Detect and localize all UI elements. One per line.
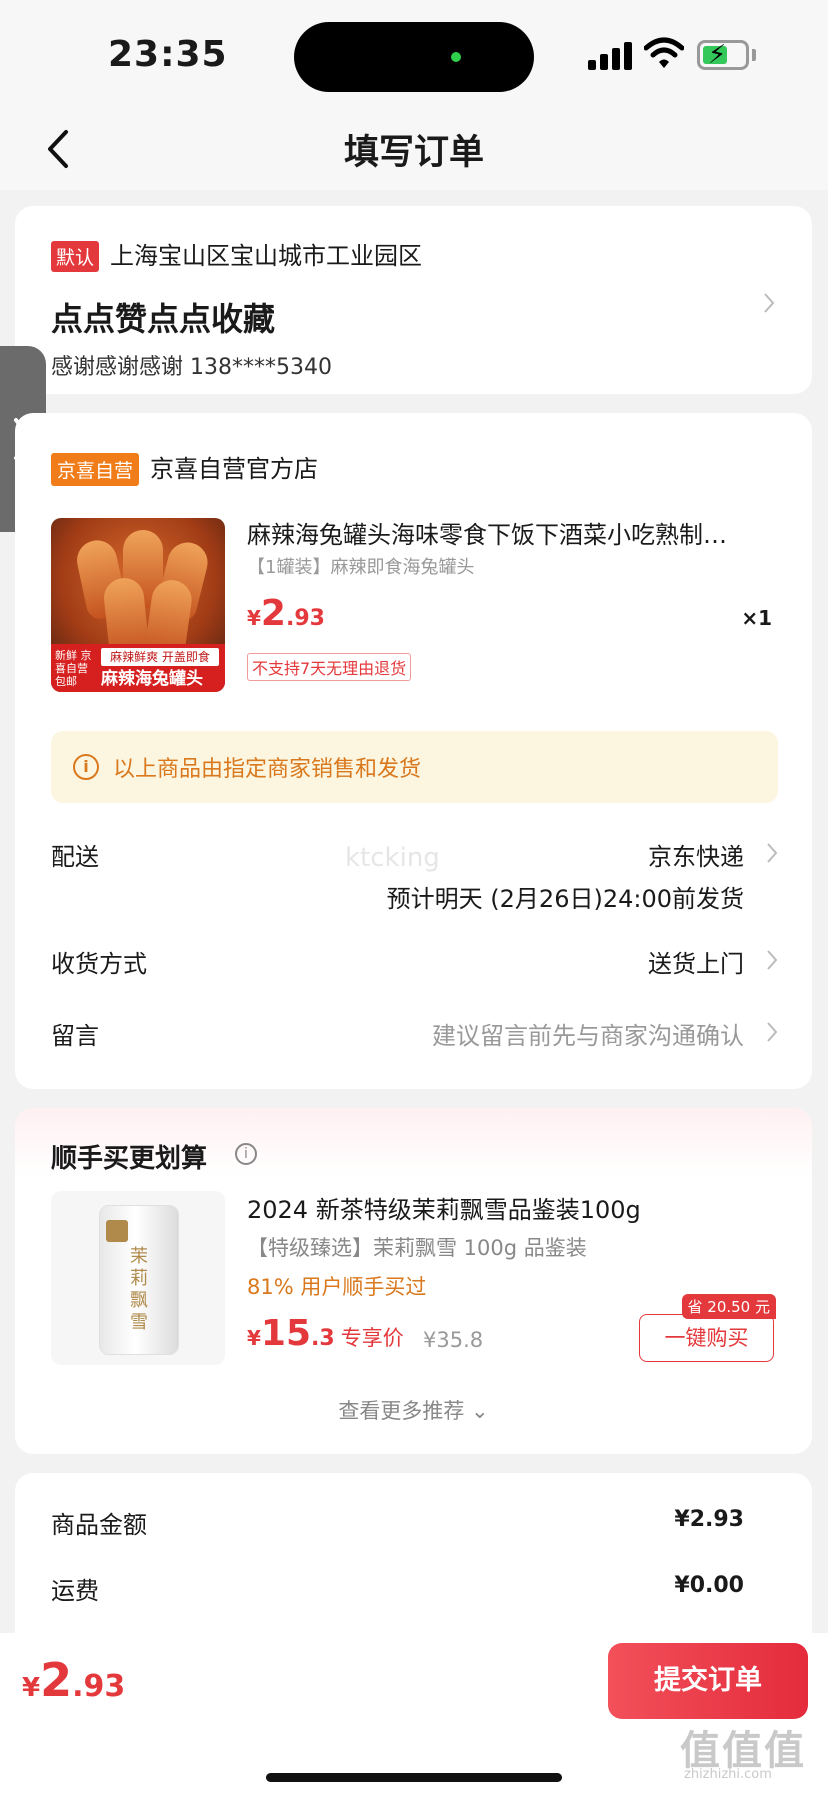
address-card[interactable]: 默认 上海宝山区宝山城市工业园区 点点赞点点收藏 感谢感谢感谢 138****5… (15, 206, 812, 394)
address-name: 点点赞点点收藏 (51, 300, 276, 338)
order-card: 京喜自营 京喜自营官方店 新鲜 京喜自营 包邮 麻辣鲜爽 开盖即食 麻辣海兔罐头… (15, 413, 812, 1089)
product-image-banner: 新鲜 京喜自营 包邮 麻辣鲜爽 开盖即食 麻辣海兔罐头 (51, 644, 225, 692)
cellular-signal-icon (588, 42, 632, 70)
seller-notice: i 以上商品由指定商家销售和发货 (51, 731, 778, 803)
product-image-main-text: 麻辣海兔罐头 (101, 669, 203, 689)
price-integer: 2 (40, 1653, 73, 1707)
product-price: ¥2.93 (247, 593, 325, 634)
submit-order-button[interactable]: 提交订单 (608, 1643, 808, 1719)
receive-method-value[interactable]: 送货上门 (648, 944, 744, 979)
goods-amount-value: ¥2.93 (674, 1507, 744, 1532)
more-recommendations-link[interactable]: 查看更多推荐 ⌄ (15, 1395, 812, 1425)
receive-method-label: 收货方式 (51, 950, 147, 978)
product-quantity: ×1 (741, 606, 772, 630)
goods-amount-label: 商品金额 (51, 1511, 147, 1539)
tin-label: 茉莉飘雪 (130, 1246, 148, 1333)
recommend-product-spec: 【特级臻选】茉莉飘雪 100g 品鉴装 (247, 1236, 587, 1260)
price-decimal: .3 (311, 1326, 335, 1351)
recommend-product-name[interactable]: 2024 新茶特级茉莉飘雪品鉴装100g (247, 1190, 641, 1225)
chevron-right-icon (767, 843, 778, 863)
one-click-buy-button[interactable]: 一键购买 (639, 1314, 774, 1362)
default-address-badge: 默认 (51, 241, 100, 272)
chevron-right-icon (764, 293, 775, 313)
chevron-right-icon (767, 1022, 778, 1042)
site-watermark-url: zhizhizhi.com (684, 1767, 772, 1782)
product-title[interactable]: 麻辣海兔罐头海味零食下饭下酒菜小吃熟制… (247, 515, 777, 550)
chevron-right-icon (767, 950, 778, 970)
price-decimal: .93 (72, 1669, 126, 1704)
recommend-title: 顺手买更划算 (51, 1144, 208, 1174)
address-contact: 感谢感谢感谢 138****5340 (51, 355, 332, 380)
recommend-buy-rate: 81% 用户顺手买过 (247, 1275, 427, 1299)
info-icon[interactable]: i (235, 1143, 257, 1165)
status-time: 23:35 (108, 34, 228, 75)
shop-badge: 京喜自营 (51, 453, 140, 486)
address-location: 上海宝山区宝山城市工业园区 (110, 242, 422, 270)
product-image[interactable]: 新鲜 京喜自营 包邮 麻辣鲜爽 开盖即食 麻辣海兔罐头 (51, 518, 225, 692)
recommend-product-image[interactable]: 茉莉飘雪 (51, 1191, 225, 1365)
product-image-left-text: 新鲜 京喜自营 包邮 (55, 649, 92, 688)
currency-symbol: ¥ (22, 1673, 41, 1703)
dynamic-island (294, 22, 534, 92)
tea-tin-shape: 茉莉飘雪 (99, 1205, 179, 1355)
total-price: ¥2.93 (22, 1653, 125, 1707)
product-spec: 【1罐装】麻辣即食海兔罐头 (247, 557, 475, 578)
seller-notice-text: 以上商品由指定商家销售和发货 (113, 757, 422, 782)
top-area: 23:35 ⚡ 填写订单 (0, 0, 828, 190)
wifi-icon (644, 37, 684, 68)
currency-symbol: ¥ (247, 606, 261, 630)
home-indicator[interactable] (266, 1773, 562, 1782)
charging-bolt-icon: ⚡ (708, 40, 727, 70)
price-integer: 2 (260, 593, 286, 634)
checkout-bar: ¥2.93 提交订单 值值值 zhizhizhi.com (0, 1633, 828, 1795)
status-bar: 23:35 ⚡ (0, 0, 828, 110)
currency-symbol: ¥ (247, 1326, 261, 1350)
delivery-estimate: 预计明天 (2月26日)24:00前发货 (386, 885, 744, 913)
image-watermark: ktcking (345, 843, 440, 873)
return-policy-tag: 不支持7天无理由退货 (247, 653, 412, 681)
price-integer: 15 (260, 1313, 312, 1354)
shop-name[interactable]: 京喜自营官方店 (150, 449, 318, 484)
message-input[interactable]: 建议留言前先与商家沟通确认 (432, 1016, 744, 1051)
delivery-label: 配送 (51, 843, 99, 871)
price-summary-card: 商品金额 ¥2.93 运费 ¥0.00 (15, 1473, 812, 1653)
shipping-fee-label: 运费 (51, 1577, 99, 1605)
recommend-price: ¥15.3 专享价 (247, 1313, 404, 1354)
original-price: ¥35.8 (423, 1328, 484, 1352)
recommend-card: 顺手买更划算 i 茉莉飘雪 2024 新茶特级茉莉飘雪品鉴装100g 【特级臻选… (15, 1108, 812, 1454)
camera-indicator-icon (451, 52, 461, 62)
page-title: 填写订单 (343, 133, 484, 173)
tin-logo (106, 1220, 128, 1242)
price-decimal: .93 (285, 606, 325, 631)
shipping-fee-value: ¥0.00 (674, 1573, 744, 1598)
exclusive-price-label: 专享价 (340, 1326, 404, 1350)
savings-badge: 省 20.50 元 (681, 1294, 776, 1319)
message-label: 留言 (51, 1022, 99, 1050)
delivery-method[interactable]: 京东快递 (648, 837, 744, 872)
battery-cap (752, 49, 756, 61)
info-icon: i (73, 754, 99, 780)
nav-bar: 填写订单 (0, 110, 828, 190)
